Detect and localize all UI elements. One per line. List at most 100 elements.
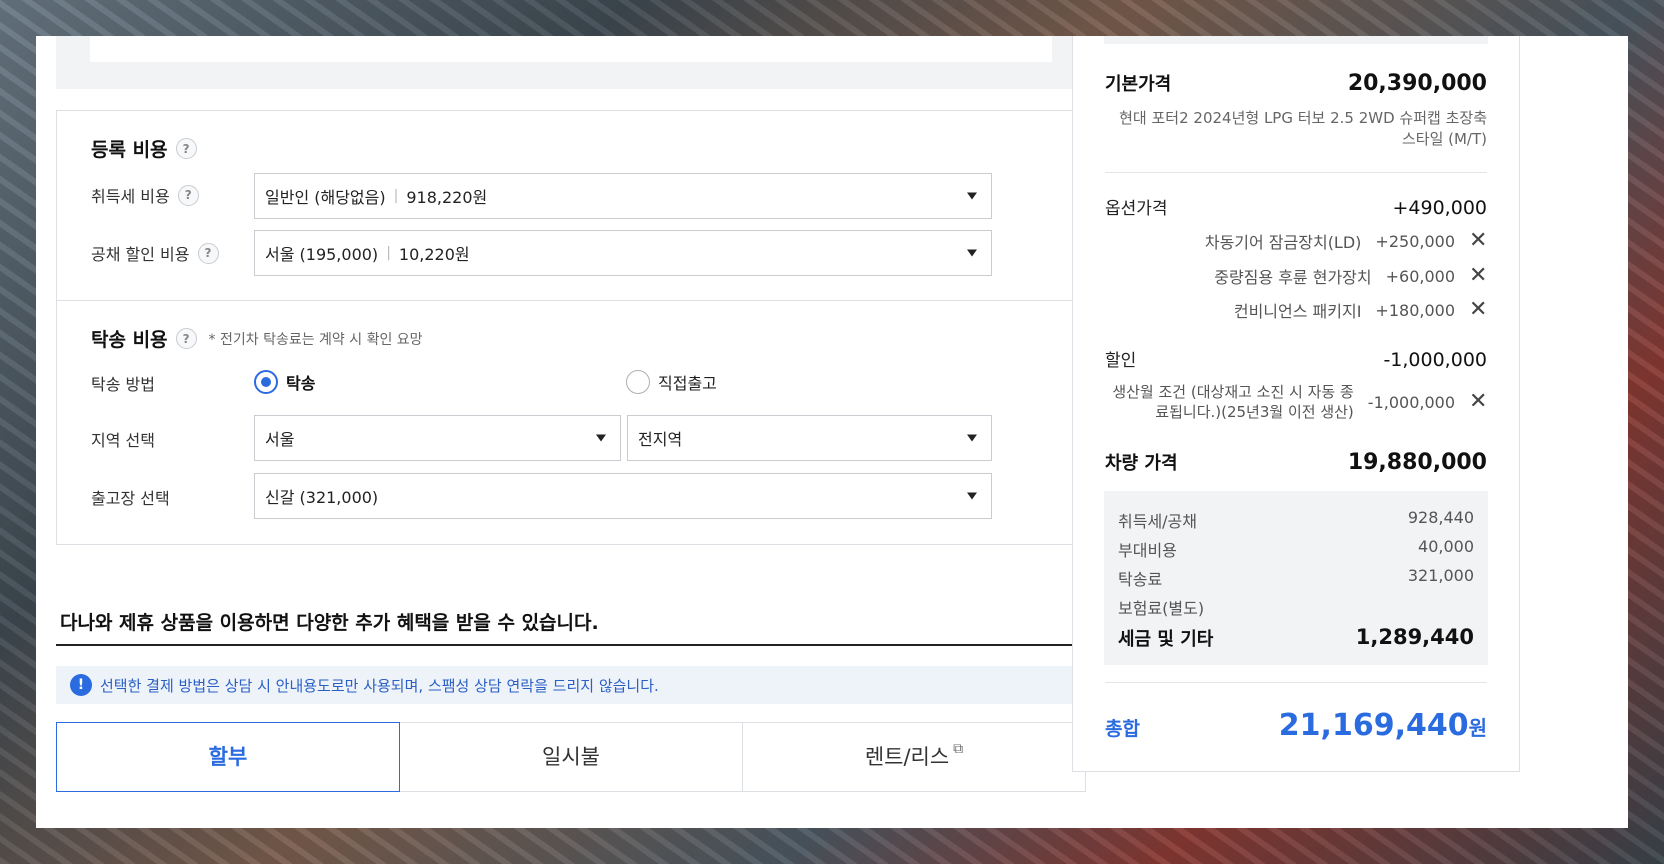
tax-row-label: 탁송료 [1118,570,1163,589]
tab-installment[interactable]: 할부 [56,722,400,792]
tax-row-value: 40,000 [1418,537,1474,556]
method-label: 탁송 방법 [91,371,155,395]
option-item-price: +180,000 [1375,300,1455,320]
promo-title: 다나와 제휴 상품을 이용하면 다양한 추가 혜택을 받을 수 있습니다. [60,612,599,634]
acquisition-label: 취득세 비용 ? [91,183,199,207]
option-item-name: 차동기어 잠금장치(LD) [1204,233,1362,252]
tab-rent-lease-label: 렌트/리스 [864,745,950,769]
divider [1105,682,1487,683]
external-link-icon: ⧉ [953,741,964,757]
radio-delivery-label: 탁송 [286,374,316,393]
method-label-text: 탁송 방법 [91,375,155,394]
panel-top-strip [1104,36,1488,44]
dropdown-arrow-icon [967,492,977,500]
close-icon[interactable]: ✕ [1469,299,1487,321]
option-item: 중량짐용 후륜 현가장치 +60,000 ✕ [1214,264,1487,288]
district-select[interactable]: 전지역 [627,415,992,461]
base-price-value: 20,390,000 [1347,71,1487,96]
discount-item-line1: 생산월 조건 (대상재고 소진 시 자동 종 [1112,383,1354,401]
radio-checked-icon [254,370,278,394]
divider [1105,172,1487,173]
delivery-title: 탁송 비용 ? * 전기차 탁송료는 계약 시 확인 요망 [91,325,423,352]
vehicle-price-row: 차량 가격 19,880,000 [1105,449,1487,475]
bond-label: 공채 할인 비용 ? [91,241,219,265]
close-icon[interactable]: ✕ [1469,265,1487,287]
grand-total-amount: 21,169,440원 [1279,708,1487,743]
grand-total-row: 총합 21,169,440원 [1105,708,1487,743]
delivery-title-text: 탁송 비용 [91,329,168,351]
price-summary-panel: 기본가격 20,390,000 현대 포터2 2024년형 LPG 터보 2.5… [1072,36,1520,772]
dropdown-arrow-icon [967,192,977,200]
radio-delivery[interactable]: 탁송 [254,370,315,394]
discount-item-name: 생산월 조건 (대상재고 소진 시 자동 종 료됩니다.)(25년3월 이전 생… [1112,382,1353,422]
tab-lump-sum-label: 일시불 [542,745,600,769]
tax-total-row: 세금 및 기타 1,289,440 [1118,625,1474,651]
help-icon[interactable]: ? [197,242,219,264]
option-item: 차동기어 잠금장치(LD) +250,000 ✕ [1204,229,1488,253]
page-container: 등록 비용 ? 취득세 비용 ? 일반인 (해당없음) | 918,220원 공… [36,36,1628,828]
tax-row-label: 부대비용 [1118,541,1177,560]
acquisition-label-text: 취득세 비용 [91,187,170,206]
tab-installment-label: 할부 [208,745,248,769]
grand-total-label: 총합 [1105,718,1140,740]
delivery-section: 탁송 비용 ? * 전기차 탁송료는 계약 시 확인 요망 탁송 방법 탁송 직… [56,300,1086,545]
bond-label-text: 공채 할인 비용 [91,245,190,264]
region-label-text: 지역 선택 [91,431,155,450]
discount-value: -1,000,000 [1383,349,1487,371]
option-item-name: 중량짐용 후륜 현가장치 [1214,268,1372,287]
grand-total-unit: 원 [1468,716,1487,740]
center-label-text: 출고장 선택 [91,489,170,508]
base-price-label: 기본가격 [1105,74,1172,95]
grand-total-value: 21,169,440 [1278,708,1469,743]
payment-tabs: 할부 일시불 렌트/리스 ⧉ [56,722,1086,792]
acquisition-select-amount: 918,220원 [406,188,488,207]
registration-section: 등록 비용 ? 취득세 비용 ? 일반인 (해당없음) | 918,220원 공… [56,110,1086,301]
acquisition-select[interactable]: 일반인 (해당없음) | 918,220원 [254,173,992,219]
option-price-value: +490,000 [1392,197,1488,219]
radio-pickup-label: 직접출고 [658,374,717,393]
vehicle-price-value: 19,880,000 [1347,450,1487,475]
registration-title: 등록 비용 ? [91,135,197,162]
tab-lump-sum[interactable]: 일시불 [400,722,743,792]
radio-unchecked-icon [626,370,650,394]
bond-select[interactable]: 서울 (195,000) | 10,220원 [254,230,992,276]
vehicle-description: 현대 포터2 2024년형 LPG 터보 2.5 2WD 슈퍼캡 초장축 스타일… [1119,109,1487,148]
acquisition-select-value: 일반인 (해당없음) [265,188,386,207]
tab-rent-lease[interactable]: 렌트/리스 ⧉ [743,722,1086,792]
promo-divider [56,644,1086,646]
dropdown-arrow-icon [967,434,977,442]
radio-pickup[interactable]: 직접출고 [626,370,717,394]
base-price-row: 기본가격 20,390,000 [1105,70,1487,96]
top-section-card [90,36,1052,62]
tax-total-value: 1,289,440 [1355,625,1474,649]
option-price-label: 옵션가격 [1105,199,1168,219]
center-select[interactable]: 신갈 (321,000) [254,473,992,519]
dropdown-arrow-icon [967,249,977,257]
discount-label: 할인 [1105,351,1137,371]
center-select-value: 신갈 (321,000) [265,488,379,507]
close-icon[interactable]: ✕ [1469,391,1487,413]
tax-breakdown: 취득세/공채 928,440 부대비용 40,000 탁송료 321,000 보… [1104,491,1488,665]
tax-row: 부대비용 40,000 [1118,537,1474,561]
help-icon[interactable]: ? [175,328,197,349]
close-icon[interactable]: ✕ [1469,230,1487,252]
help-icon[interactable]: ? [177,184,199,206]
help-icon[interactable]: ? [175,138,197,159]
tax-row: 보험료(별도) [1118,595,1474,619]
discount-item: 생산월 조건 (대상재고 소진 시 자동 종 료됩니다.)(25년3월 이전 생… [1112,382,1487,422]
info-icon: ! [70,674,92,696]
tax-row: 탁송료 321,000 [1118,566,1474,590]
tax-row-value: 321,000 [1407,566,1474,585]
dropdown-arrow-icon [596,434,606,442]
region-select[interactable]: 서울 [254,415,621,461]
option-item-price: +250,000 [1375,231,1455,251]
option-item-price: +60,000 [1385,266,1455,286]
option-item: 컨비니언스 패키지I +180,000 ✕ [1233,298,1488,322]
region-select-value: 서울 [265,430,295,449]
info-notice: ! 선택한 결제 방법은 상담 시 안내용도로만 사용되며, 스팸성 상담 연락… [56,666,1086,704]
center-label: 출고장 선택 [91,485,170,509]
tax-row-value: 928,440 [1407,508,1474,527]
discount-item-line2: 료됩니다.)(25년3월 이전 생산) [1155,403,1354,421]
top-section [56,36,1086,89]
option-item-name: 컨비니언스 패키지I [1233,302,1362,321]
